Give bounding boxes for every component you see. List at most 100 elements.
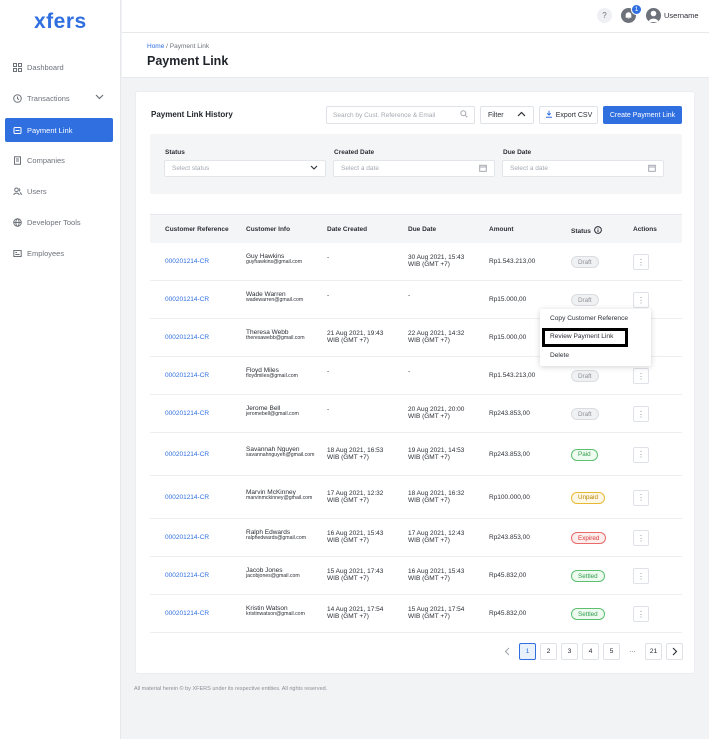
due-date-line2: WIB (GMT +7) [408,453,450,461]
menu-item-review-payment-link[interactable]: Review Payment Link [550,333,613,340]
page-button[interactable]: 3 [561,643,578,660]
pagination: 1 2 3 4 5 ··· 21 [498,643,683,660]
customer-reference-link[interactable]: 000201214-CR [165,451,209,458]
status-badge: Draft [571,294,599,306]
date-created-line1: 15 Aug 2021, 17:43 [327,568,384,575]
calendar-icon [479,164,487,174]
page-button[interactable]: 1 [519,643,536,660]
sidebar-item-payment-link[interactable]: Payment Link [5,118,113,142]
created-date-placeholder: Select a date [341,165,379,172]
customer-email: marvinmckinney@gmail.com [246,494,313,501]
page-button[interactable]: 5 [603,643,620,660]
more-vertical-icon: ⋮ [637,295,645,305]
more-vertical-icon: ⋮ [637,571,645,581]
customer-info: Marvin McKinney marvinmckinney@gmail.com [246,489,322,502]
date-created-line2: WIB (GMT +7) [327,496,369,504]
next-page-button[interactable] [666,643,683,660]
row-actions-menu: Copy Customer Reference Review Payment L… [540,309,651,366]
status-select[interactable]: Select status [164,160,326,177]
customer-info: Kristin Watson kristinwatson@gmail.com [246,605,322,618]
customer-reference-link[interactable]: 000201214-CR [165,258,209,265]
column-header: Customer Reference [165,226,229,233]
customer-info: Jerome Bell jeromebell@gmail.com [246,405,322,418]
payment-link-card: Payment Link History Search by Cust. Ref… [135,91,695,674]
actions-menu-button[interactable]: ⋮ [633,606,649,622]
date-created-line1: 18 Aug 2021, 16:53 [327,446,384,454]
actions-menu-button[interactable]: ⋮ [633,446,649,463]
due-date: 17 Aug 2021, 12:43 WIB (GMT +7) [408,530,484,545]
page-button[interactable]: 2 [540,643,557,660]
page-button[interactable]: 4 [582,643,599,660]
sidebar-item-label: Transactions [27,94,70,103]
prev-page-button[interactable] [498,643,515,660]
xfers-logo[interactable]: xfers [34,10,87,34]
export-csv-button[interactable]: Export CSV [539,106,598,124]
due-date-line1: - [408,292,411,299]
create-payment-link-button[interactable]: Create Payment Link [603,106,682,124]
customer-reference-link[interactable]: 000201214-CR [165,534,209,541]
column-header: Customer Info [246,226,291,233]
actions-menu-button[interactable]: ⋮ [633,568,649,584]
customer-info: Guy Hawkins guyhawkins@gmail.com [246,253,322,266]
date-created: 14 Aug 2021, 17:54 WIB (GMT +7) [327,606,403,621]
column-header: Date Created [327,226,368,233]
status-placeholder: Select status [172,165,210,172]
filter-panel: Status Select status Created Date Select… [150,134,682,194]
due-date: 16 Aug 2021, 15:43 WIB (GMT +7) [408,568,484,583]
search-input[interactable]: Search by Cust. Reference & Email [326,106,475,124]
username[interactable]: Username [664,11,699,20]
created-date-input[interactable]: Select a date [333,160,495,177]
actions-menu-button[interactable]: ⋮ [633,530,649,546]
customer-reference-link[interactable]: 000201214-CR [165,572,209,579]
page-title: Payment Link [147,54,229,68]
date-created: 17 Aug 2021, 12:32 WIB (GMT +7) [327,490,403,505]
help-icon[interactable]: ? [597,8,612,23]
actions-menu-button[interactable]: ⋮ [633,254,649,270]
sidebar-item-transactions[interactable]: Transactions [0,83,121,114]
date-created-line1: - [327,292,330,299]
export-label: Export CSV [555,111,593,119]
page-button[interactable]: 21 [645,643,662,660]
customer-reference-link[interactable]: 000201214-CR [165,610,209,617]
due-date-line1: 19 Aug 2021, 14:53 [408,446,465,454]
status-badge: Draft [571,256,599,268]
due-date-placeholder: Select a date [510,165,548,172]
menu-item-copy-reference[interactable]: Copy Customer Reference [550,315,628,322]
due-date-line2: WIB (GMT +7) [408,537,450,545]
amount: Rp100.000,00 [489,493,530,501]
globe-icon [12,218,22,228]
notification-badge: 1 [631,4,642,15]
sidebar-item-dashboard[interactable]: Dashboard [0,52,121,83]
sidebar-item-users[interactable]: Users [0,176,121,207]
date-created: 18 Aug 2021, 16:53 WIB (GMT +7) [327,447,403,462]
customer-info: Theresa Webb theresawebb@gmail.com [246,329,322,342]
actions-menu-button[interactable]: ⋮ [633,489,649,506]
sidebar-item-companies[interactable]: Companies [0,145,121,176]
breadcrumb-home[interactable]: Home [147,43,164,50]
customer-reference-link[interactable]: 000201214-CR [165,372,209,379]
customer-info: Savannah Nguyen savannahnguyen@gmail.com [246,446,322,459]
filter-button[interactable]: Filter [480,106,534,124]
amount: Rp243.853,00 [489,534,530,541]
amount: Rp1.543.213,00 [489,258,536,265]
avatar[interactable] [646,8,661,23]
due-date-line1: 18 Aug 2021, 16:32 [408,489,465,497]
sidebar-item-employees[interactable]: Employees [0,238,121,269]
customer-reference-link[interactable]: 000201214-CR [165,334,209,341]
customer-info: Floyd Miles floydmiles@gmail.com [246,367,322,380]
customer-reference-link[interactable]: 000201214-CR [165,296,209,303]
sidebar-item-label: Payment Link [27,125,73,135]
actions-menu-button[interactable]: ⋮ [633,368,649,384]
sidebar-nav: Dashboard Transactions Payment Link Comp… [0,52,121,269]
actions-menu-button[interactable]: ⋮ [633,406,649,422]
due-date: - [408,368,484,375]
customer-email: ralphedwards@gmail.com [246,535,307,542]
column-header: Due Date [408,226,437,233]
sidebar-item-developer-tools[interactable]: Developer Tools [0,207,121,238]
due-date-input[interactable]: Select a date [502,160,664,177]
customer-reference-link[interactable]: 000201214-CR [165,410,209,417]
menu-item-delete[interactable]: Delete [550,352,569,359]
customer-reference-link[interactable]: 000201214-CR [165,494,209,501]
actions-menu-button[interactable]: ⋮ [633,292,649,308]
info-icon[interactable] [593,226,602,236]
